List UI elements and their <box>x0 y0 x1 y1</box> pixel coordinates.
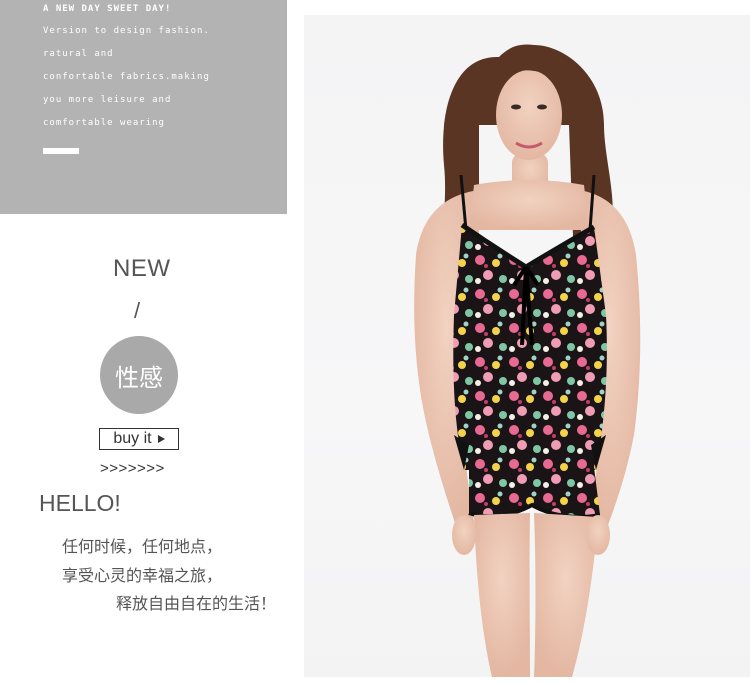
style-circle-badge: 性感 <box>100 336 178 414</box>
slogan-line-3: 释放自由自在的生活！ <box>116 594 277 613</box>
intro-line: comfortable wearing <box>43 118 165 128</box>
slogan-line-2: 享受心灵的幸福之旅， <box>62 566 223 585</box>
intro-line: you more leisure and <box>43 95 172 105</box>
intro-panel: A NEW DAY SWEET DAY! Version to design f… <box>0 0 287 214</box>
slash-divider: / <box>134 298 141 323</box>
new-label: NEW <box>113 255 171 282</box>
slogan-line-1: 任何时候，任何地点， <box>62 537 223 556</box>
intro-line: Version to design fashion. <box>43 26 210 36</box>
buy-it-button[interactable]: buy it <box>99 428 179 450</box>
intro-line: ratural and <box>43 49 114 59</box>
model-illustration <box>414 44 641 677</box>
arrows-decoration: >>>>>>> <box>100 460 165 477</box>
product-photo <box>304 15 750 677</box>
style-circle-label: 性感 <box>115 363 163 392</box>
play-arrow-icon <box>157 435 165 443</box>
intro-line: confortable fabrics.making <box>43 72 210 82</box>
intro-headline: A NEW DAY SWEET DAY! <box>43 4 172 14</box>
buy-it-label: buy it <box>113 430 152 447</box>
hello-title: HELLO! <box>39 490 121 516</box>
intro-divider-bar <box>43 148 79 154</box>
